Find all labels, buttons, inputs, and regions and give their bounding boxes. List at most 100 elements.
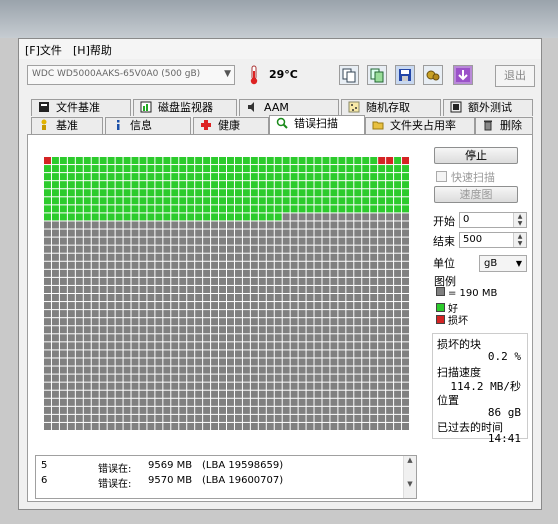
block-cell — [386, 358, 394, 366]
hd-tune-window: [F]文件 [H]帮助 WDC WD5000AAKS-65V0A0 (500 g… — [18, 38, 542, 510]
block-cell — [75, 358, 83, 366]
download-button[interactable] — [453, 65, 473, 85]
spin-arrows-icon[interactable]: ▲ ▼ — [513, 213, 526, 227]
block-cell — [115, 318, 123, 326]
block-cell — [211, 237, 219, 245]
block-cell — [147, 342, 155, 350]
tab-disk-monitor[interactable]: 磁盘监视器 — [133, 99, 237, 116]
exit-button[interactable]: 退出 — [495, 65, 535, 87]
block-cell — [139, 358, 147, 366]
block-cell — [187, 237, 195, 245]
block-cell — [250, 342, 258, 350]
quick-scan-option[interactable]: 快速扫描 — [436, 169, 495, 185]
stop-button[interactable]: 停止 — [434, 147, 518, 164]
menu-file[interactable]: [F]文件 — [25, 42, 62, 58]
block-cell — [131, 221, 139, 229]
copy-screenshot-button[interactable] — [367, 65, 387, 85]
start-stepper[interactable]: 0 ▲ ▼ — [459, 212, 527, 228]
block-cell — [83, 350, 91, 358]
tab-health[interactable]: 健康 — [193, 117, 269, 134]
block-cell — [227, 414, 234, 422]
block-cell — [139, 189, 147, 197]
block-cell — [378, 277, 386, 285]
spin-arrows-icon[interactable]: ▲ ▼ — [513, 233, 526, 247]
block-cell — [282, 390, 290, 398]
speed-map-button[interactable]: 速度图 — [434, 186, 518, 203]
block-cell — [179, 302, 187, 310]
block-cell — [195, 285, 203, 293]
block-cell — [51, 302, 59, 310]
block-cell — [83, 173, 91, 181]
block-cell — [179, 181, 187, 189]
block-cell — [44, 189, 51, 197]
block-cell — [250, 253, 258, 261]
block-cell — [242, 302, 250, 310]
block-cell — [187, 358, 195, 366]
block-cell — [131, 406, 139, 414]
drive-select[interactable]: WDC WD5000AAKS-65V0A0 (500 gB) ▼ — [27, 65, 235, 85]
block-cell — [242, 261, 250, 269]
block-cell — [147, 221, 155, 229]
block-cell — [338, 302, 346, 310]
block-cell — [139, 285, 147, 293]
block-cell — [171, 245, 179, 253]
block-cell — [211, 398, 219, 406]
block-cell — [99, 261, 107, 269]
block-cell — [83, 390, 91, 398]
tab-random-access[interactable]: 随机存取 — [341, 99, 441, 116]
block-cell — [386, 294, 394, 302]
block-cell — [306, 366, 314, 374]
block-cell — [346, 245, 354, 253]
error-log-list[interactable]: 5 错误在: 9569 MB (LBA 19598659) 6 错误在: 957… — [35, 455, 417, 499]
block-cell — [354, 422, 362, 430]
menu-help[interactable]: [H]帮助 — [73, 42, 112, 58]
block-cell — [131, 229, 139, 237]
block-cell — [234, 390, 242, 398]
log-scrollbar[interactable]: ▲ ▼ — [403, 456, 416, 498]
tab-error-scan[interactable]: 错误扫描 — [269, 115, 365, 134]
tab-folder-usage[interactable]: 文件夹占用率 — [365, 117, 475, 134]
block-cell — [163, 294, 171, 302]
unit-label: 单位 — [433, 257, 455, 270]
block-cell — [394, 213, 402, 221]
block-cell — [362, 318, 370, 326]
copy-text-button[interactable] — [339, 65, 359, 85]
block-cell — [51, 326, 59, 334]
block-cell — [131, 422, 139, 430]
block-cell — [99, 277, 107, 285]
block-cell — [306, 197, 314, 205]
block-cell — [203, 374, 211, 382]
options-button[interactable] — [423, 65, 443, 85]
unit-select[interactable]: gB ▼ — [479, 255, 527, 272]
quick-scan-checkbox[interactable] — [436, 171, 447, 182]
end-stepper[interactable]: 500 ▲ ▼ — [459, 232, 527, 248]
block-cell — [219, 269, 226, 277]
tab-aam[interactable]: AAM — [239, 99, 339, 116]
tab-delete[interactable]: 删除 — [475, 117, 533, 134]
block-cell — [322, 221, 330, 229]
block-cell — [322, 302, 330, 310]
tab-info[interactable]: 信息 — [105, 117, 191, 134]
block-cell — [171, 398, 179, 406]
block-cell — [314, 350, 322, 358]
block-cell — [155, 414, 163, 422]
save-button[interactable] — [395, 65, 415, 85]
block-cell — [282, 261, 290, 269]
block-cell — [211, 189, 219, 197]
block-cell — [115, 310, 123, 318]
block-cell — [266, 406, 274, 414]
block-cell — [250, 165, 258, 173]
block-cell — [386, 350, 394, 358]
block-cell — [298, 422, 306, 430]
block-cell — [44, 350, 51, 358]
tab-benchmark[interactable]: 基准 — [31, 117, 103, 134]
tab-file-benchmark[interactable]: 文件基准 — [31, 99, 131, 116]
block-cell — [187, 302, 195, 310]
block-cell — [370, 253, 378, 261]
block-cell — [203, 390, 211, 398]
block-cell — [195, 358, 203, 366]
block-cell — [139, 253, 147, 261]
tab-extra-tests[interactable]: 额外测试 — [443, 99, 533, 116]
block-cell — [354, 358, 362, 366]
block-cell — [155, 342, 163, 350]
